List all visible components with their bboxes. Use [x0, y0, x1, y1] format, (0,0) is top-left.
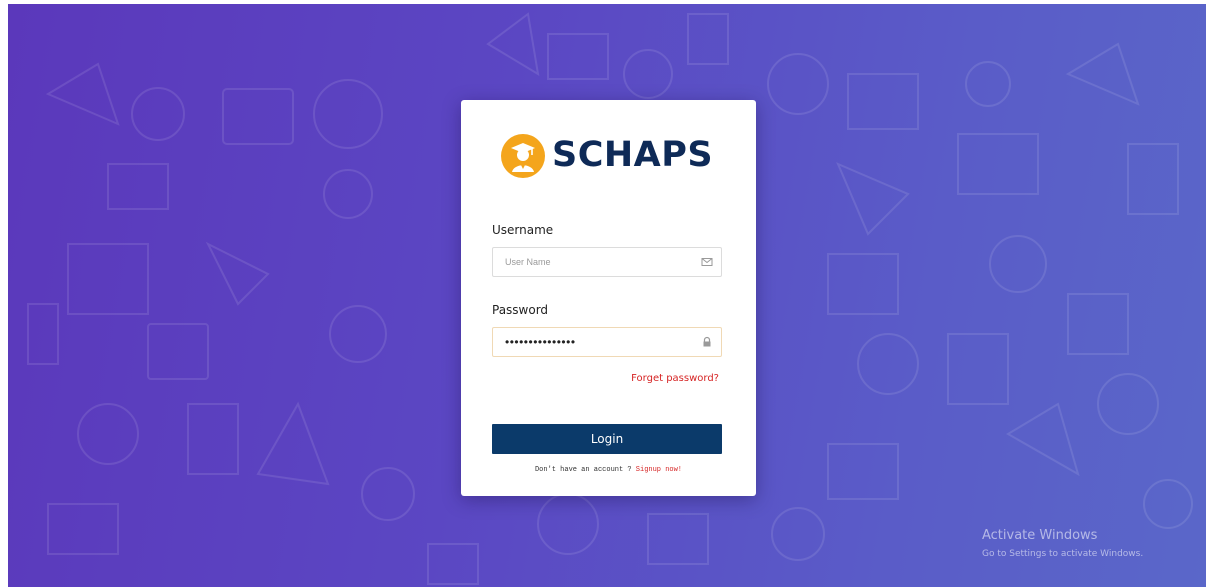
username-input[interactable]	[493, 248, 693, 276]
password-field[interactable]	[492, 327, 722, 357]
envelope-icon	[701, 258, 713, 266]
login-button[interactable]: Login	[492, 424, 722, 454]
signup-link[interactable]: Signup now!	[636, 466, 682, 474]
signup-prompt: Don't have an account ? Signup now!	[461, 466, 756, 474]
brand-name: SCHAPS	[552, 135, 714, 175]
username-field[interactable]	[492, 247, 722, 277]
graduate-logo-icon	[501, 134, 545, 178]
watermark-title: Activate Windows	[982, 528, 1098, 543]
forgot-password-link[interactable]: Forget password?	[631, 373, 719, 384]
login-page-background: SCHAPS Username Password Forget password…	[8, 4, 1206, 587]
lock-icon	[703, 336, 711, 347]
signup-prompt-text: Don't have an account ?	[534, 466, 636, 474]
windows-activation-watermark: Activate Windows Go to Settings to activ…	[982, 528, 1143, 561]
brand-logo: SCHAPS	[501, 132, 721, 178]
watermark-subtitle: Go to Settings to activate Windows.	[982, 549, 1144, 559]
login-card: SCHAPS Username Password Forget password…	[461, 100, 756, 496]
username-label: Username	[492, 223, 554, 237]
password-input[interactable]	[493, 328, 693, 356]
password-label: Password	[492, 303, 549, 317]
